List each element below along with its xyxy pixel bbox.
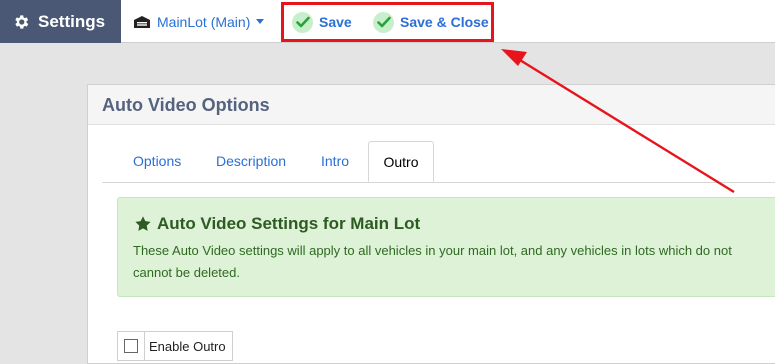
save-buttons-highlight: Save Save & Close <box>281 2 494 42</box>
save-close-button[interactable]: Save & Close <box>373 5 489 39</box>
alert-line-2: cannot be deleted. <box>133 265 240 280</box>
check-icon <box>373 11 394 33</box>
save-close-label: Save & Close <box>400 14 489 30</box>
tab-outro[interactable]: Outro <box>368 141 434 182</box>
panel-title: Auto Video Options <box>102 95 270 115</box>
tab-description[interactable]: Description <box>216 141 286 182</box>
alert-title: Auto Video Settings for Main Lot <box>134 214 420 234</box>
check-icon <box>292 11 313 33</box>
save-label: Save <box>319 14 352 30</box>
tab-bar: Options Description Intro Outro <box>102 141 775 183</box>
panel-header: Auto Video Options <box>88 85 775 125</box>
tab-options[interactable]: Options <box>133 141 181 182</box>
enable-outro-row[interactable]: Enable Outro <box>117 331 233 361</box>
star-icon <box>135 216 151 231</box>
alert-line-1: These Auto Video settings will apply to … <box>133 243 732 258</box>
info-alert: Auto Video Settings for Main Lot These A… <box>117 197 775 297</box>
enable-outro-checkbox[interactable] <box>124 339 138 353</box>
brand-label: Settings <box>38 11 106 31</box>
gear-icon <box>15 14 29 29</box>
tab-intro[interactable]: Intro <box>321 141 349 182</box>
save-button[interactable]: Save <box>292 5 352 39</box>
auto-video-options-panel: Auto Video Options Options Description I… <box>87 84 775 364</box>
alert-title-text: Auto Video Settings for Main Lot <box>157 214 421 233</box>
lot-selector[interactable]: MainLot (Main) <box>133 0 265 43</box>
alert-body: These Auto Video settings will apply to … <box>133 240 775 284</box>
settings-brand[interactable]: Settings <box>0 0 121 43</box>
lot-selector-label: MainLot (Main) <box>157 13 251 30</box>
caret-down-icon <box>256 19 265 24</box>
enable-outro-checkbox-wrap[interactable] <box>118 332 145 360</box>
top-toolbar: Settings MainLot (Main) Save Save & Clos… <box>0 0 775 43</box>
enable-outro-label: Enable Outro <box>149 338 226 354</box>
garage-icon <box>134 15 150 28</box>
